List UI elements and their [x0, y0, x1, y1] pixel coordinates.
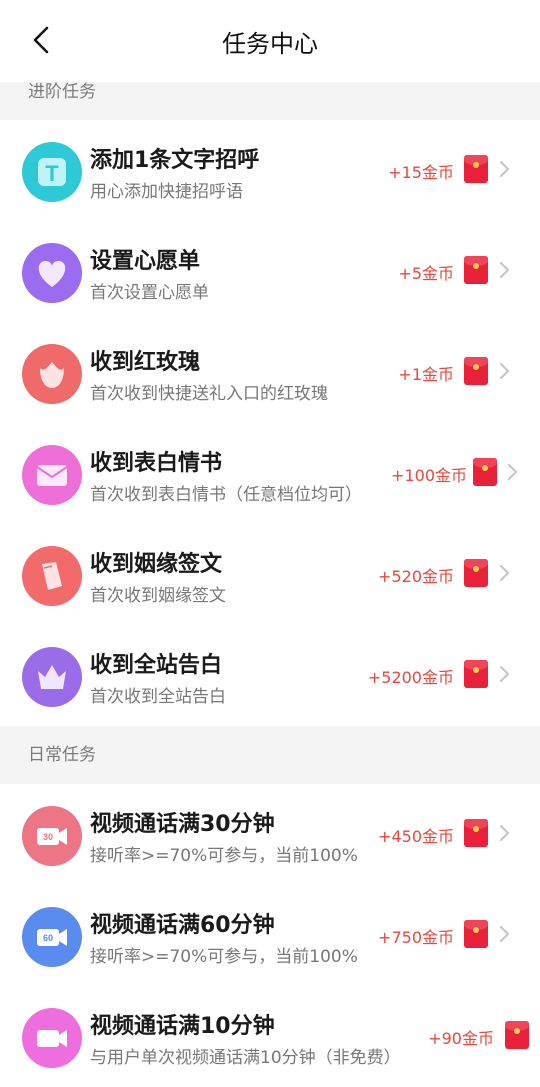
task-description: 首次设置心愿单 [90, 283, 209, 303]
heart-icon [22, 243, 82, 303]
fortune-slip-icon [22, 546, 82, 606]
daily-task-row[interactable]: 60 视频通话满60分钟接听率>=70%可参与，当前100% +750金币 [0, 885, 540, 985]
chevron-right-icon[interactable] [506, 462, 520, 482]
task-description: 首次收到姻缘签文 [90, 586, 226, 606]
reward-amount: +100金币 [391, 466, 467, 485]
advanced-task-row[interactable]: 收到表白情书首次收到表白情书（任意档位均可） +100金币 [0, 423, 540, 523]
reward-amount: +5金币 [398, 264, 454, 283]
reward-amount: +15金币 [388, 163, 454, 182]
reward-amount: +1金币 [398, 365, 454, 384]
crown-icon [22, 647, 82, 707]
chevron-right-icon[interactable] [498, 361, 512, 381]
task-description: 与用户单次视频通话满10分钟（非免费） [90, 1048, 401, 1068]
advanced-task-row[interactable]: 设置心愿单首次设置心愿单 +5金币 [0, 221, 540, 321]
task-description: 首次收到表白情书（任意档位均可） [90, 485, 362, 505]
task-name: 视频通话满30分钟 [90, 812, 275, 837]
red-envelope-icon [464, 559, 488, 587]
section-header-advanced: 进阶任务 [0, 82, 540, 120]
task-name: 收到表白情书 [90, 451, 223, 476]
envelope-letter-icon [22, 445, 82, 505]
task-description: 接听率>=70%可参与，当前100% [90, 846, 358, 866]
reward-amount: +450金币 [378, 827, 454, 846]
red-envelope-icon [464, 357, 488, 385]
chevron-right-icon[interactable] [498, 260, 512, 280]
task-name: 收到红玫瑰 [90, 350, 201, 375]
red-envelope-icon [464, 660, 488, 688]
daily-task-row[interactable]: 30 视频通话满30分钟接听率>=70%可参与，当前100% +450金币 [0, 784, 540, 884]
red-envelope-icon [473, 458, 497, 486]
top-bar: 任务中心 [0, 0, 540, 82]
task-description: 用心添加快捷招呼语 [90, 182, 243, 202]
video-call-icon [22, 1008, 82, 1068]
task-description: 接听率>=70%可参与，当前100% [90, 947, 358, 967]
video-call-60-icon: 60 [22, 907, 82, 967]
red-envelope-icon [464, 155, 488, 183]
task-name: 收到全站告白 [90, 653, 223, 678]
rose-icon [22, 344, 82, 404]
task-name: 收到姻缘签文 [90, 552, 223, 577]
reward-amount: +90金币 [428, 1029, 494, 1048]
reward-amount: +5200金币 [367, 668, 454, 687]
chevron-right-icon[interactable] [498, 563, 512, 583]
svg-text:T: T [45, 161, 59, 186]
reward-amount: +750金币 [378, 928, 454, 947]
red-envelope-icon [464, 256, 488, 284]
red-envelope-icon [505, 1021, 529, 1049]
task-name: 视频通话满10分钟 [90, 1014, 275, 1039]
task-name: 设置心愿单 [90, 249, 201, 274]
page-title: 任务中心 [222, 30, 318, 58]
reward-amount: +520金币 [378, 567, 454, 586]
advanced-task-row[interactable]: 收到全站告白首次收到全站告白 +5200金币 [0, 625, 540, 725]
red-envelope-icon [464, 819, 488, 847]
video-call-30-icon: 30 [22, 806, 82, 866]
chevron-right-icon[interactable] [498, 664, 512, 684]
advanced-task-row[interactable]: 收到姻缘签文首次收到姻缘签文 +520金币 [0, 524, 540, 624]
task-description: 首次收到全站告白 [90, 687, 226, 707]
daily-task-row[interactable]: 视频通话满10分钟与用户单次视频通话满10分钟（非免费） +90金币 [0, 986, 540, 1086]
section-header-daily: 日常任务 [0, 726, 540, 784]
task-description: 首次收到快捷送礼入口的红玫瑰 [90, 384, 328, 404]
advanced-task-row[interactable]: 收到红玫瑰首次收到快捷送礼入口的红玫瑰 +1金币 [0, 322, 540, 422]
svg-text:30: 30 [43, 832, 53, 842]
red-envelope-icon [464, 920, 488, 948]
chevron-right-icon[interactable] [498, 924, 512, 944]
svg-text:60: 60 [43, 933, 53, 943]
task-name: 添加1条文字招呼 [90, 148, 260, 173]
advanced-task-row[interactable]: T 添加1条文字招呼用心添加快捷招呼语 +15金币 [0, 120, 540, 220]
chevron-right-icon[interactable] [498, 823, 512, 843]
text-t-icon: T [22, 142, 82, 202]
task-name: 视频通话满60分钟 [90, 913, 275, 938]
chevron-right-icon[interactable] [498, 159, 512, 179]
